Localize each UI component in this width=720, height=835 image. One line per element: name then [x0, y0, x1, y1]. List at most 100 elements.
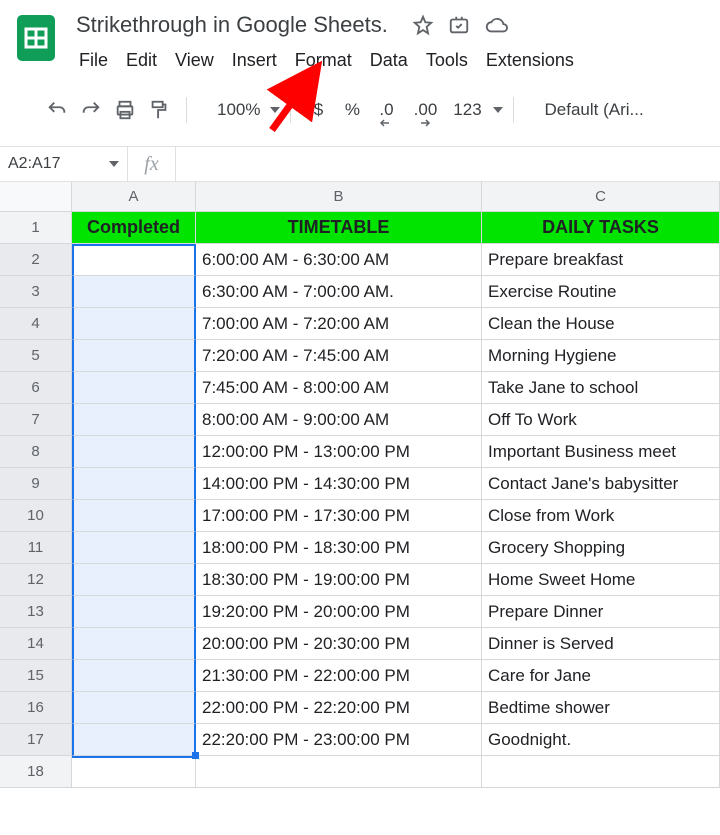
row-header[interactable]: 12	[0, 564, 72, 596]
row-header[interactable]: 8	[0, 436, 72, 468]
cell[interactable]: 6:00:00 AM - 6:30:00 AM	[196, 244, 482, 276]
cell[interactable]: Important Business meet	[482, 436, 720, 468]
cell[interactable]	[72, 244, 196, 276]
row-header[interactable]: 10	[0, 500, 72, 532]
menu-data[interactable]: Data	[361, 46, 417, 75]
cell[interactable]	[72, 756, 196, 788]
row-header[interactable]: 1	[0, 212, 72, 244]
cell[interactable]: Clean the House	[482, 308, 720, 340]
column-header-b[interactable]: B	[196, 182, 482, 212]
name-box[interactable]: A2:A17	[0, 147, 128, 181]
row-header[interactable]: 13	[0, 596, 72, 628]
undo-button[interactable]	[40, 93, 74, 127]
format-percent-button[interactable]: %	[335, 100, 369, 120]
cell[interactable]	[72, 692, 196, 724]
menu-view[interactable]: View	[166, 46, 223, 75]
more-formats-dropdown-icon[interactable]	[493, 107, 503, 113]
cell[interactable]: Completed	[72, 212, 196, 244]
row-header[interactable]: 3	[0, 276, 72, 308]
cell[interactable]	[196, 756, 482, 788]
cell[interactable]: Morning Hygiene	[482, 340, 720, 372]
document-title[interactable]: Strikethrough in Google Sheets.	[70, 10, 394, 40]
cell[interactable]	[72, 660, 196, 692]
cell[interactable]: Off To Work	[482, 404, 720, 436]
menu-format[interactable]: Format	[286, 46, 361, 75]
selection-fill-handle[interactable]	[192, 752, 199, 759]
redo-button[interactable]	[74, 93, 108, 127]
cell[interactable]	[72, 340, 196, 372]
cell[interactable]: Care for Jane	[482, 660, 720, 692]
cell[interactable]: Home Sweet Home	[482, 564, 720, 596]
cell[interactable]: 7:20:00 AM - 7:45:00 AM	[196, 340, 482, 372]
zoom-level[interactable]: 100%	[217, 100, 260, 120]
row-header[interactable]: 18	[0, 756, 72, 788]
sheets-logo[interactable]	[10, 12, 62, 64]
row-header[interactable]: 16	[0, 692, 72, 724]
print-button[interactable]	[108, 93, 142, 127]
cell[interactable]: 20:00:00 PM - 20:30:00 PM	[196, 628, 482, 660]
cell[interactable]	[72, 436, 196, 468]
cell[interactable]: Take Jane to school	[482, 372, 720, 404]
menu-extensions[interactable]: Extensions	[477, 46, 583, 75]
menu-edit[interactable]: Edit	[117, 46, 166, 75]
cell[interactable]: 12:00:00 PM - 13:00:00 PM	[196, 436, 482, 468]
cell[interactable]: 7:45:00 AM - 8:00:00 AM	[196, 372, 482, 404]
cell[interactable]: 8:00:00 AM - 9:00:00 AM	[196, 404, 482, 436]
formula-input[interactable]	[176, 147, 720, 181]
format-currency-button[interactable]: $	[301, 100, 335, 120]
row-header[interactable]: 2	[0, 244, 72, 276]
cell[interactable]: Close from Work	[482, 500, 720, 532]
cell[interactable]: 7:00:00 AM - 7:20:00 AM	[196, 308, 482, 340]
cell[interactable]: DAILY TASKS	[482, 212, 720, 244]
name-box-dropdown-icon[interactable]	[109, 161, 119, 167]
cell[interactable]: 18:00:00 PM - 18:30:00 PM	[196, 532, 482, 564]
cell[interactable]	[72, 628, 196, 660]
menu-file[interactable]: File	[70, 46, 117, 75]
cell[interactable]: Grocery Shopping	[482, 532, 720, 564]
cell[interactable]: 22:20:00 PM - 23:00:00 PM	[196, 724, 482, 756]
select-all-corner[interactable]	[0, 182, 72, 212]
cell[interactable]	[72, 532, 196, 564]
cell[interactable]: 14:00:00 PM - 14:30:00 PM	[196, 468, 482, 500]
cell[interactable]: TIMETABLE	[196, 212, 482, 244]
row-header[interactable]: 17	[0, 724, 72, 756]
decrease-decimal-button[interactable]: .0	[369, 100, 403, 120]
increase-decimal-button[interactable]: .00	[403, 100, 447, 120]
row-header[interactable]: 11	[0, 532, 72, 564]
cell[interactable]: 21:30:00 PM - 22:00:00 PM	[196, 660, 482, 692]
row-header[interactable]: 14	[0, 628, 72, 660]
move-icon[interactable]	[448, 14, 470, 36]
column-header-c[interactable]: C	[482, 182, 720, 212]
menu-insert[interactable]: Insert	[223, 46, 286, 75]
cell[interactable]: Dinner is Served	[482, 628, 720, 660]
cell[interactable]	[72, 500, 196, 532]
cell[interactable]: Exercise Routine	[482, 276, 720, 308]
menu-tools[interactable]: Tools	[417, 46, 477, 75]
row-header[interactable]: 5	[0, 340, 72, 372]
cell[interactable]	[72, 564, 196, 596]
cloud-status-icon[interactable]	[484, 14, 508, 36]
column-header-a[interactable]: A	[72, 182, 196, 212]
cell[interactable]: Contact Jane's babysitter	[482, 468, 720, 500]
cell[interactable]	[72, 596, 196, 628]
paint-format-button[interactable]	[142, 93, 176, 127]
cell[interactable]: 22:00:00 PM - 22:20:00 PM	[196, 692, 482, 724]
more-formats-button[interactable]: 123	[447, 100, 487, 120]
cell[interactable]: Prepare Dinner	[482, 596, 720, 628]
row-header[interactable]: 9	[0, 468, 72, 500]
cell[interactable]	[72, 724, 196, 756]
row-header[interactable]: 7	[0, 404, 72, 436]
cell[interactable]: 6:30:00 AM - 7:00:00 AM.	[196, 276, 482, 308]
cell[interactable]: 19:20:00 PM - 20:00:00 PM	[196, 596, 482, 628]
cell[interactable]: 18:30:00 PM - 19:00:00 PM	[196, 564, 482, 596]
cell[interactable]	[72, 308, 196, 340]
row-header[interactable]: 15	[0, 660, 72, 692]
cell[interactable]: 17:00:00 PM - 17:30:00 PM	[196, 500, 482, 532]
zoom-dropdown-icon[interactable]	[270, 107, 280, 113]
star-icon[interactable]	[412, 14, 434, 36]
cell[interactable]: Goodnight.	[482, 724, 720, 756]
cell[interactable]: Bedtime shower	[482, 692, 720, 724]
cell[interactable]	[72, 276, 196, 308]
cell[interactable]	[72, 372, 196, 404]
row-header[interactable]: 6	[0, 372, 72, 404]
